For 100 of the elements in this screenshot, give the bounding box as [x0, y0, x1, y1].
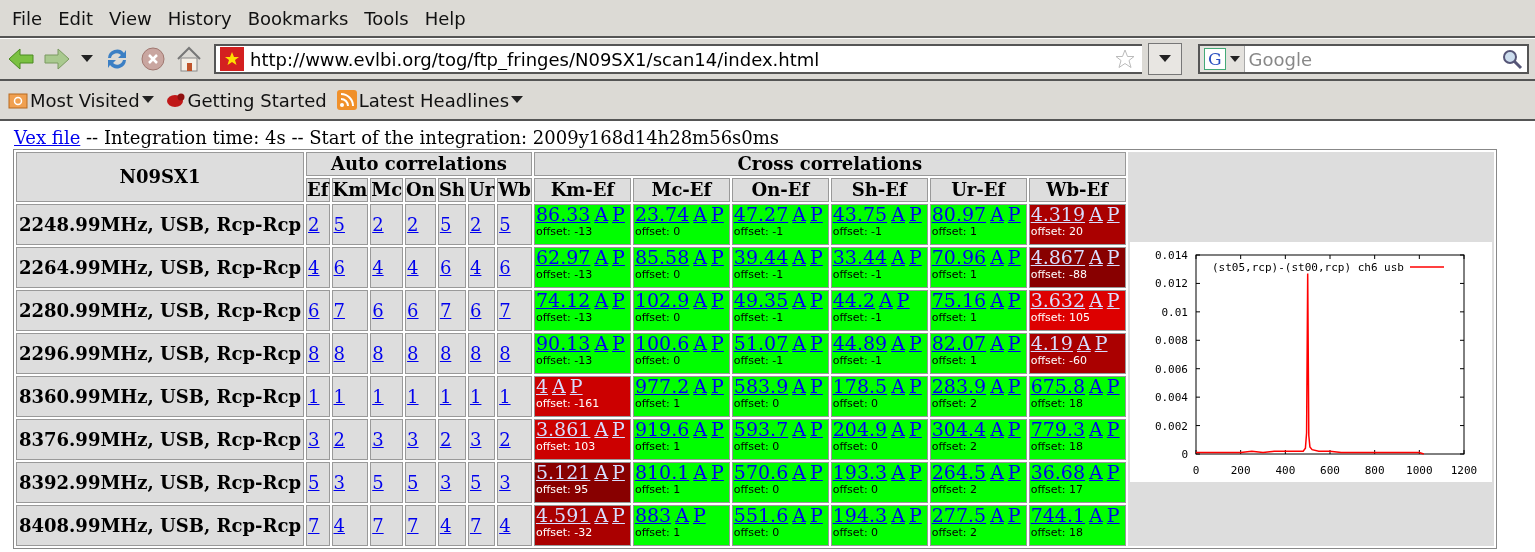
plot-link[interactable]: P: [711, 461, 724, 483]
plot-link[interactable]: A: [891, 332, 905, 354]
plot-link[interactable]: A: [693, 246, 708, 268]
plot-link[interactable]: A: [693, 332, 708, 354]
plot-link[interactable]: P: [1106, 203, 1120, 225]
plot-link[interactable]: P: [612, 418, 625, 440]
plot-link[interactable]: P: [1007, 203, 1021, 225]
plot-link[interactable]: P: [908, 332, 922, 354]
menu-item[interactable]: Help: [416, 7, 474, 29]
plot-link[interactable]: A: [594, 289, 609, 311]
auto-correlation-link[interactable]: 8: [499, 343, 511, 364]
plot-link[interactable]: A: [1089, 246, 1103, 268]
amplitude-value-link[interactable]: 304.4: [931, 418, 987, 440]
auto-correlation-link[interactable]: 2: [499, 429, 511, 450]
plot-link[interactable]: A: [990, 289, 1004, 311]
plot-link[interactable]: P: [908, 203, 922, 225]
plot-link[interactable]: A: [879, 289, 893, 311]
auto-correlation-link[interactable]: 1: [333, 386, 345, 407]
plot-link[interactable]: P: [1094, 332, 1108, 354]
plot-link[interactable]: A: [693, 203, 708, 225]
amplitude-value-link[interactable]: 4.319: [1030, 203, 1086, 225]
plot-link[interactable]: A: [792, 461, 806, 483]
auto-correlation-link[interactable]: 7: [499, 300, 511, 321]
bookmark-item[interactable]: Latest Headlines: [336, 89, 523, 111]
amplitude-value-link[interactable]: 33.44: [832, 246, 888, 268]
amplitude-value-link[interactable]: 570.6: [733, 461, 789, 483]
plot-link[interactable]: A: [792, 246, 806, 268]
auto-correlation-link[interactable]: 2: [333, 429, 345, 450]
amplitude-value-link[interactable]: 80.97: [931, 203, 987, 225]
menu-item[interactable]: Bookmarks: [239, 7, 357, 29]
plot-link[interactable]: A: [1089, 203, 1103, 225]
plot-link[interactable]: A: [792, 203, 806, 225]
plot-link[interactable]: P: [612, 203, 625, 225]
amplitude-value-link[interactable]: 675.8: [1030, 375, 1086, 397]
amplitude-value-link[interactable]: 4.19: [1030, 332, 1073, 354]
plot-link[interactable]: P: [711, 418, 724, 440]
plot-link[interactable]: P: [1007, 375, 1021, 397]
plot-link[interactable]: P: [711, 203, 724, 225]
amplitude-value-link[interactable]: 51.07: [733, 332, 789, 354]
auto-correlation-link[interactable]: 4: [372, 257, 384, 278]
plot-link[interactable]: A: [891, 504, 905, 526]
menu-item[interactable]: Tools: [356, 7, 417, 29]
auto-correlation-link[interactable]: 4: [333, 515, 345, 536]
amplitude-value-link[interactable]: 44.89: [832, 332, 888, 354]
plot-link[interactable]: P: [612, 289, 625, 311]
plot-link[interactable]: A: [792, 504, 806, 526]
amplitude-value-link[interactable]: 5.121: [535, 461, 591, 483]
plot-link[interactable]: A: [1089, 504, 1103, 526]
auto-correlation-link[interactable]: 6: [372, 300, 384, 321]
plot-link[interactable]: A: [693, 289, 708, 311]
plot-link[interactable]: P: [810, 203, 823, 225]
plot-link[interactable]: A: [594, 246, 609, 268]
plot-link[interactable]: A: [891, 246, 905, 268]
amplitude-value-link[interactable]: 23.74: [634, 203, 690, 225]
plot-link[interactable]: A: [594, 504, 609, 526]
amplitude-value-link[interactable]: 82.07: [931, 332, 987, 354]
amplitude-value-link[interactable]: 85.58: [634, 246, 690, 268]
amplitude-value-link[interactable]: 43.75: [832, 203, 888, 225]
amplitude-value-link[interactable]: 977.2: [634, 375, 690, 397]
auto-correlation-link[interactable]: 5: [499, 214, 511, 235]
plot-link[interactable]: A: [891, 203, 905, 225]
amplitude-value-link[interactable]: 39.44: [733, 246, 789, 268]
auto-correlation-link[interactable]: 2: [407, 214, 419, 235]
plot-link[interactable]: A: [990, 203, 1004, 225]
plot-link[interactable]: A: [990, 246, 1004, 268]
auto-correlation-link[interactable]: 2: [372, 214, 384, 235]
plot-link[interactable]: A: [891, 375, 905, 397]
auto-correlation-link[interactable]: 7: [372, 515, 384, 536]
amplitude-value-link[interactable]: 4.867: [1030, 246, 1086, 268]
star-icon[interactable]: [1114, 48, 1136, 70]
amplitude-value-link[interactable]: 194.3: [832, 504, 888, 526]
plot-link[interactable]: P: [810, 375, 823, 397]
amplitude-value-link[interactable]: 178.5: [832, 375, 888, 397]
plot-link[interactable]: A: [1076, 332, 1091, 354]
amplitude-value-link[interactable]: 810.1: [634, 461, 690, 483]
amplitude-value-link[interactable]: 283.9: [931, 375, 987, 397]
auto-correlation-link[interactable]: 1: [407, 386, 419, 407]
plot-link[interactable]: A: [552, 375, 566, 397]
plot-link[interactable]: P: [1106, 504, 1120, 526]
plot-link[interactable]: P: [810, 461, 823, 483]
amplitude-value-link[interactable]: 3.861: [535, 418, 591, 440]
menu-item[interactable]: File: [4, 7, 51, 29]
plot-link[interactable]: A: [891, 418, 905, 440]
amplitude-value-link[interactable]: 264.5: [931, 461, 987, 483]
plot-link[interactable]: A: [675, 504, 689, 526]
amplitude-value-link[interactable]: 277.5: [931, 504, 987, 526]
amplitude-value-link[interactable]: 47.27: [733, 203, 789, 225]
plot-link[interactable]: A: [891, 461, 905, 483]
amplitude-value-link[interactable]: 74.12: [535, 289, 591, 311]
auto-correlation-link[interactable]: 6: [333, 257, 345, 278]
amplitude-value-link[interactable]: 883: [634, 504, 672, 526]
plot-link[interactable]: A: [990, 418, 1004, 440]
url-dropdown-button[interactable]: [1148, 43, 1182, 75]
amplitude-value-link[interactable]: 204.9: [832, 418, 888, 440]
plot-link[interactable]: A: [990, 504, 1004, 526]
plot-link[interactable]: A: [792, 418, 806, 440]
plot-link[interactable]: P: [896, 289, 910, 311]
amplitude-value-link[interactable]: 44.2: [832, 289, 876, 311]
plot-link[interactable]: P: [810, 289, 823, 311]
plot-link[interactable]: P: [692, 504, 706, 526]
